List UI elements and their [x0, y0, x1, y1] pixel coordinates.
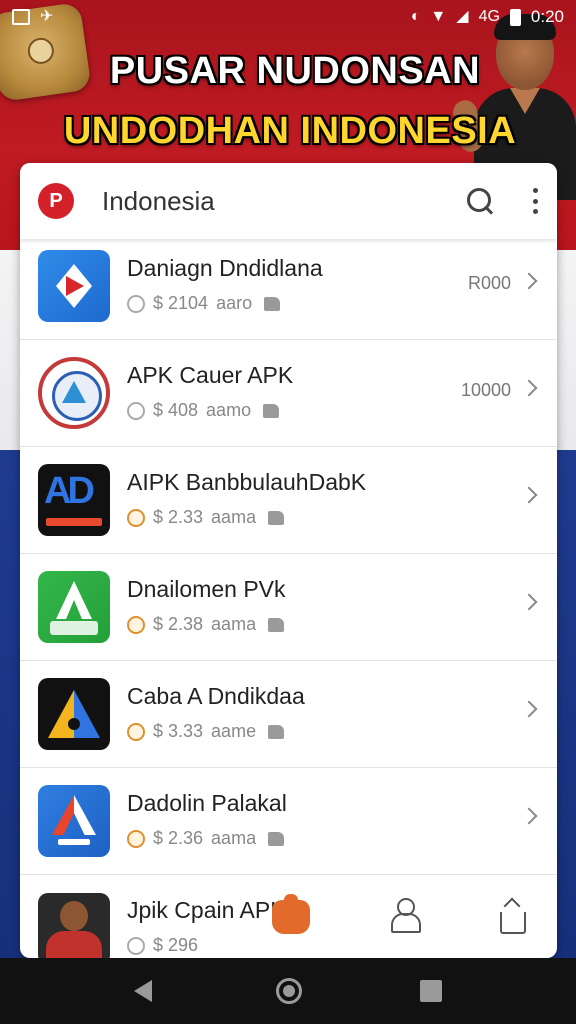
thumbs-up-icon: [268, 831, 285, 846]
list-item-count: R000: [467, 273, 511, 293]
people-icon[interactable]: [390, 898, 421, 934]
coin-icon: [127, 829, 145, 848]
home-circle-icon[interactable]: [276, 978, 302, 1004]
list-item-title: Dnailomen PVk: [127, 576, 286, 602]
list-item-count: 10000: [460, 380, 511, 400]
bird-icon: ✈: [40, 8, 54, 25]
apk-green-icon: [38, 571, 110, 643]
chevron-right-icon: [520, 486, 538, 504]
share-icon[interactable]: [500, 900, 526, 934]
list-item[interactable]: Daniagn Dndidlana $ 2104 aaro R000: [20, 233, 557, 340]
list-item[interactable]: Dadolin Palakal $ 2.36 aama: [20, 768, 557, 875]
list-item-title: Daniagn Dndidlana: [127, 255, 323, 281]
thumbs-up-icon: [268, 724, 285, 739]
gallery-icon: [12, 9, 30, 25]
list-item-meta: $ 2.36 aama: [127, 828, 285, 849]
chevron-right-icon: [520, 379, 538, 397]
list-item[interactable]: Caba A Dndikdaa $ 3.33 aame: [20, 661, 557, 768]
list-item-meta: $ 3.33 aame: [127, 721, 285, 742]
list-item-meta: $ 2.33 aama: [127, 507, 285, 528]
list-item-sub: aama: [211, 828, 257, 848]
apk-play-icon: [38, 250, 110, 322]
chevron-right-icon: [520, 272, 538, 290]
list-item-price: $ 2.36: [153, 828, 204, 848]
coin-icon: [127, 294, 145, 313]
thumbs-up-icon: [268, 510, 285, 525]
list-item-sub: aamo: [206, 400, 252, 420]
bottom-tab-bar: [20, 878, 557, 958]
signal-text: 4G: [478, 8, 500, 25]
wifi-icon: ▼: [430, 8, 447, 25]
list-item[interactable]: APK Cauer APK $ 408 aamo 10000: [20, 340, 557, 447]
coin-icon: [127, 508, 145, 527]
list-item-price: $ 408: [153, 400, 199, 420]
back-icon[interactable]: [134, 980, 152, 1002]
chevron-right-icon: [520, 700, 538, 718]
thumbs-up-icon: [264, 296, 281, 311]
thumbs-up-icon: [268, 617, 285, 632]
vibrate-icon: ◐: [410, 8, 421, 25]
list-item-price: $ 3.33: [153, 721, 204, 741]
status-left: ✈: [12, 9, 53, 25]
headline-line-2: UNDODHAN INDONESIA: [63, 110, 517, 152]
chevron-right-icon: [520, 807, 538, 825]
list-item-title: Caba A Dndikdaa: [127, 683, 305, 709]
list-item-title: AIPK BanbbulauhDabK: [127, 469, 367, 495]
more-vert-icon[interactable]: [531, 188, 539, 214]
list-item-title: APK Cauer APK: [127, 362, 294, 388]
list-item-meta: $ 2104 aaro: [127, 293, 281, 314]
clock: 0:20: [530, 7, 564, 26]
system-nav-bar: [0, 958, 576, 1024]
list-item[interactable]: AIPK BanbbulauhDabK $ 2.33 aama: [20, 447, 557, 554]
home-icon[interactable]: [272, 894, 310, 934]
app-title: Indonesia: [102, 185, 215, 216]
list-item-meta: $ 2.38 aama: [127, 614, 285, 635]
recent-apps-icon[interactable]: [420, 980, 442, 1002]
coin-icon: [127, 615, 145, 634]
list-item-sub: aame: [211, 721, 257, 741]
list-item-meta: $ 408 aamo: [127, 400, 280, 421]
search-icon[interactable]: [465, 186, 495, 216]
app-list: Daniagn Dndidlana $ 2104 aaro R000 APK C…: [20, 233, 557, 958]
list-item-price: $ 2.38: [153, 614, 204, 634]
app-bar: P Indonesia: [20, 163, 557, 239]
headline-line-1: PUSAR NUDONSAN: [109, 50, 481, 92]
list-item-price: $ 2.33: [153, 507, 204, 527]
coin-icon: [127, 722, 145, 741]
thumbs-up-icon: [263, 403, 280, 418]
signal-icon: ◢: [456, 8, 469, 25]
list-item[interactable]: Dnailomen PVk $ 2.38 aama: [20, 554, 557, 661]
app-logo-icon[interactable]: P: [38, 183, 74, 219]
apk-blue-icon: [38, 785, 110, 857]
ad-icon: [38, 464, 110, 536]
list-item-sub: aaro: [216, 293, 253, 313]
list-item-sub: aama: [211, 614, 257, 634]
chevron-right-icon: [520, 593, 538, 611]
app-card: P Indonesia Daniagn Dndidlana $ 2104 aar…: [20, 163, 557, 958]
status-bar: ✈ ◐ ▼ ◢ 4G 0:20: [0, 0, 576, 34]
status-right: ◐ ▼ ◢ 4G 0:20: [411, 7, 564, 27]
coin-icon: [127, 401, 145, 420]
list-item-price: $ 2104: [153, 293, 209, 313]
list-item-sub: aama: [211, 507, 257, 527]
battery-icon: [509, 8, 521, 26]
list-item-title: Dadolin Palakal: [127, 790, 287, 816]
apk-dark-icon: [38, 678, 110, 750]
apk-circle-icon: [38, 357, 110, 429]
